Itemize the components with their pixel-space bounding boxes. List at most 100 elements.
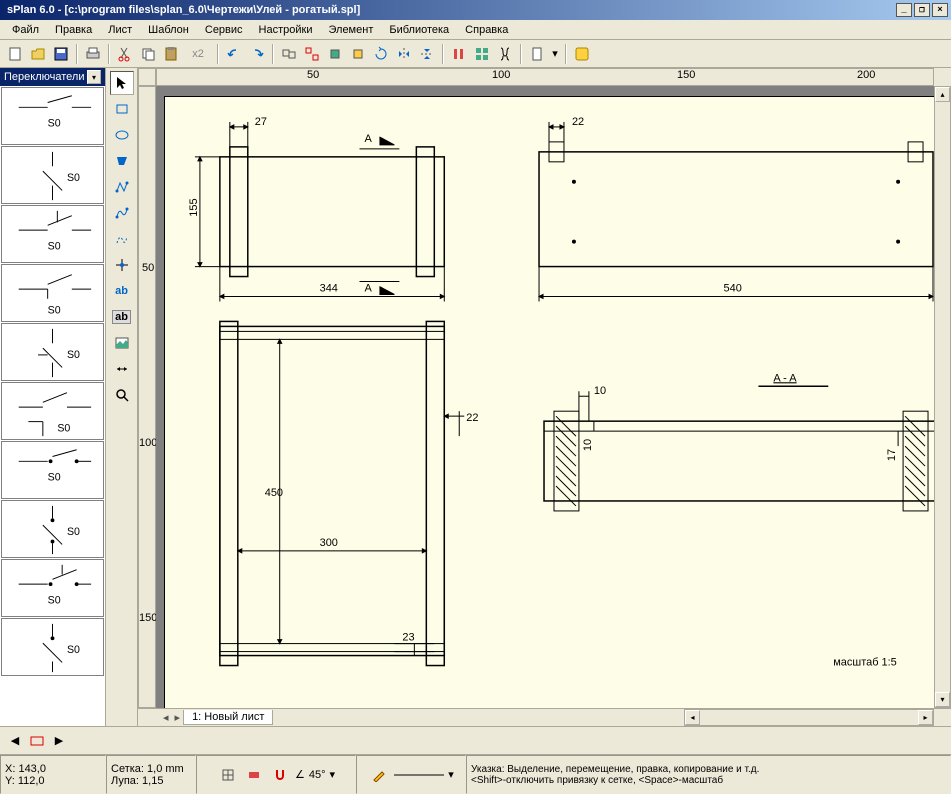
status-angle: 45° [309,769,326,781]
ruler-horizontal[interactable]: 50 100 150 200 [156,68,934,86]
paste-button[interactable] [160,43,182,65]
menu-template[interactable]: Шаблон [140,22,197,38]
menu-settings[interactable]: Настройки [251,22,321,38]
dropdown-icon[interactable]: ▾ [329,768,335,781]
freehand-tool[interactable] [110,227,134,251]
line-style-preview[interactable] [394,772,444,778]
image-tool[interactable] [110,331,134,355]
status-x: X: 143,0 [5,763,101,775]
rect-tool[interactable] [110,97,134,121]
library-item[interactable]: S0 [1,87,104,145]
redo-button[interactable] [246,43,268,65]
maximize-button[interactable]: ❐ [914,3,930,17]
ungroup-button[interactable] [301,43,323,65]
scrollbar-vertical[interactable]: ▴ ▾ [934,86,951,708]
scroll-up-button[interactable]: ▴ [935,87,950,102]
tab-next[interactable]: ▸ [172,711,184,724]
library-item[interactable]: S0 [1,500,104,558]
menu-edit[interactable]: Правка [47,22,100,38]
duplicate-button[interactable]: x2 [183,43,213,65]
text-tool[interactable]: ab [110,279,134,303]
svg-text:27: 27 [255,116,267,128]
node-tool[interactable] [110,253,134,277]
svg-text:450: 450 [265,487,283,499]
library-item[interactable]: S0 [1,323,104,381]
search-button[interactable] [494,43,516,65]
rotate-button[interactable] [370,43,392,65]
toback-button[interactable] [347,43,369,65]
library-item[interactable]: S0 [1,146,104,204]
library-item[interactable]: S0 [1,441,104,499]
magnet-icon[interactable] [269,764,291,786]
dimension-tool[interactable] [110,357,134,381]
menu-help[interactable]: Справка [457,22,516,38]
status-y: Y: 112,0 [5,775,101,787]
library-item[interactable]: S0 [1,382,104,440]
textbox-tool[interactable]: ab [110,305,134,329]
library-item[interactable]: S0 [1,559,104,617]
drawing-canvas[interactable]: 27 155 344 A [156,86,934,708]
svg-text:S0: S0 [67,644,80,656]
close-button[interactable]: × [932,3,948,17]
ruler-corner [138,68,156,86]
save-button[interactable] [50,43,72,65]
mirror-h-button[interactable] [393,43,415,65]
menu-element[interactable]: Элемент [320,22,381,38]
scrollbar-horizontal[interactable]: ◂ ▸ [684,709,934,726]
pen-icon[interactable] [368,764,390,786]
arrow-right-icon[interactable]: ▶ [48,730,70,752]
drawing-svg: 27 155 344 A [165,97,934,708]
zoom-tool[interactable] [110,383,134,407]
tab-prev[interactable]: ◂ [160,711,172,724]
menu-file[interactable]: Файл [4,22,47,38]
titlebar: sPlan 6.0 - [c:\program files\splan_6.0\… [0,0,951,20]
open-button[interactable] [27,43,49,65]
arrow-left-icon[interactable]: ◀ [4,730,26,752]
minimize-button[interactable]: _ [896,3,912,17]
library-item[interactable]: S0 [1,618,104,676]
dropdown-icon[interactable]: ▾ [549,43,561,65]
sheet-tab[interactable]: 1: Новый лист [183,710,273,725]
library-header: Переключатели ▾ [0,68,105,86]
bezier-tool[interactable] [110,201,134,225]
status-hint: Указка: Выделение, перемещение, правка, … [466,755,951,794]
scroll-left-button[interactable]: ◂ [685,710,700,725]
library-list: S0 S0 S0 S0 S0 S0 S0 S0 S0 S0 [0,86,105,726]
library-dropdown[interactable]: ▾ [87,70,101,84]
svg-text:S0: S0 [48,472,61,484]
menu-sheet[interactable]: Лист [100,22,140,38]
new-button[interactable] [4,43,26,65]
window-title: sPlan 6.0 - [c:\program files\splan_6.0\… [3,4,894,16]
components-button[interactable] [471,43,493,65]
cut-button[interactable] [114,43,136,65]
pointer-tool[interactable] [110,71,134,95]
copy-button[interactable] [137,43,159,65]
snap-button[interactable] [243,764,265,786]
menu-library[interactable]: Библиотека [381,22,457,38]
dropdown-icon[interactable]: ▾ [448,768,454,781]
menu-service[interactable]: Сервис [197,22,251,38]
page-button[interactable] [526,43,548,65]
svg-text:S0: S0 [48,304,61,316]
svg-text:A - A: A - A [773,372,797,384]
line-tool[interactable] [110,175,134,199]
scroll-down-button[interactable]: ▾ [935,692,950,707]
library-item[interactable]: S0 [1,205,104,263]
scroll-right-button[interactable]: ▸ [918,710,933,725]
svg-text:17: 17 [886,449,898,461]
library-item[interactable]: S0 [1,264,104,322]
help-icon[interactable] [571,43,593,65]
svg-text:10: 10 [582,439,594,451]
mirror-v-button[interactable] [416,43,438,65]
tofront-button[interactable] [324,43,346,65]
group-button[interactable] [278,43,300,65]
ruler-vertical[interactable]: 50 100 150 [138,86,156,708]
circle-tool[interactable] [110,123,134,147]
print-button[interactable] [82,43,104,65]
align-button[interactable] [448,43,470,65]
poly-tool[interactable] [110,149,134,173]
undo-button[interactable] [223,43,245,65]
svg-text:A: A [364,133,372,145]
grid-button[interactable] [217,764,239,786]
elements-icon[interactable] [26,730,48,752]
